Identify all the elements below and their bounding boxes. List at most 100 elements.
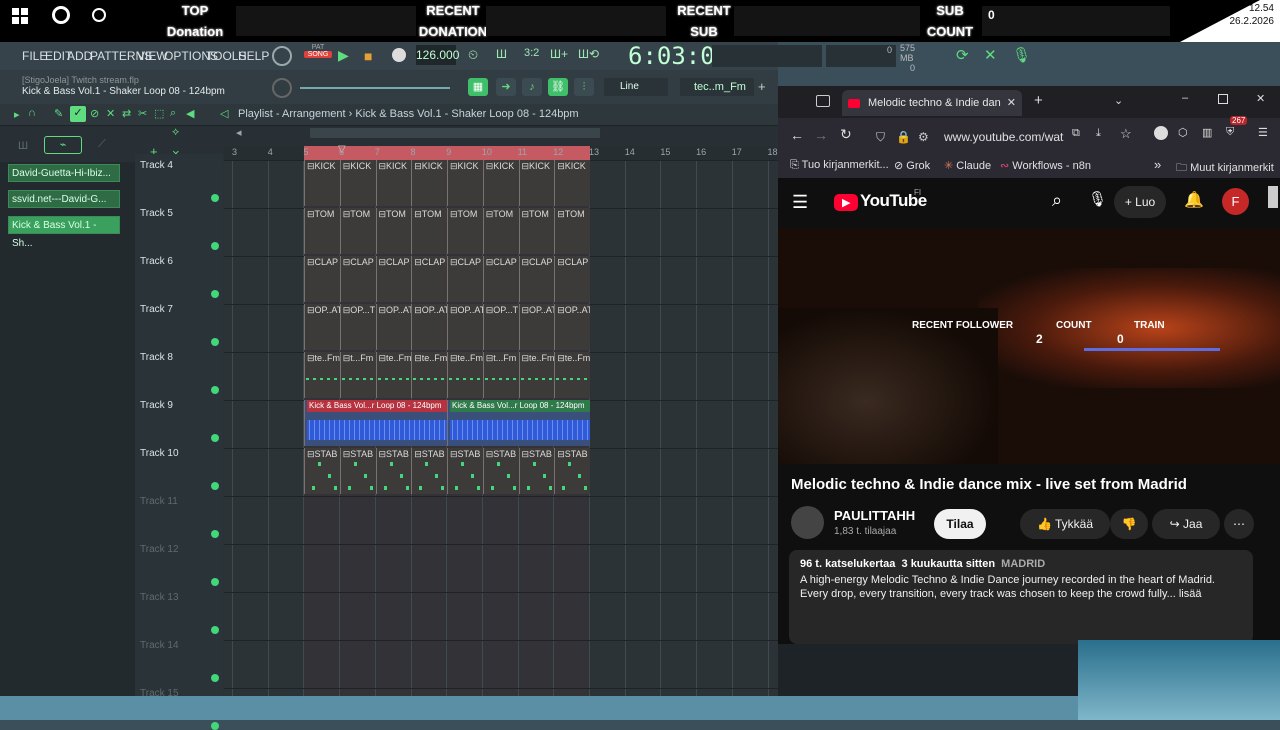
select-tool-icon[interactable]: ⬚	[154, 107, 164, 120]
bookmark-grok[interactable]: ⊘ Grok	[894, 159, 930, 172]
speaker-icon[interactable]: ◁	[220, 107, 228, 120]
pattern-clip[interactable]: ⊟te..Fm	[411, 352, 447, 398]
track-name[interactable]: Track 12	[140, 544, 179, 555]
playlist-view-icon[interactable]: ▦	[468, 78, 488, 96]
tab-list-icon[interactable]: ⌄	[1114, 94, 1123, 107]
audio-clip-picker-icon[interactable]: ⌁	[44, 136, 82, 154]
mixer-icon[interactable]: ⫶	[574, 78, 594, 96]
track-enable-dot[interactable]	[211, 242, 219, 250]
master-volume-knob[interactable]	[272, 46, 292, 66]
track-name[interactable]: Track 6	[140, 256, 173, 267]
pattern-clip[interactable]: ⊟CLAP	[304, 256, 340, 302]
pattern-clip[interactable]: ⊟KICK	[554, 160, 590, 206]
menu-help[interactable]: HELP	[238, 49, 269, 63]
track-name[interactable]: Track 8	[140, 352, 173, 363]
browser-link-icon[interactable]: ⛓	[548, 78, 568, 96]
menu-file[interactable]: FILE	[22, 49, 47, 63]
track-enable-dot[interactable]	[211, 338, 219, 346]
center-icon[interactable]: ⟡	[172, 126, 179, 139]
pattern-clip[interactable]: ⊟OP..AT	[304, 304, 340, 350]
snap-select[interactable]: Line	[604, 78, 668, 96]
close-window-icon[interactable]: ✕	[1256, 92, 1265, 105]
timeline-ruler[interactable]: ▽ 3 4 5 6 7 8 9 10 11 12 13 14 15 16 17 18	[224, 144, 778, 160]
stop-icon[interactable]: ■	[364, 48, 372, 64]
pattern-clip[interactable]: ⊟OP..AT	[375, 304, 412, 350]
pattern-clip[interactable]: ⊟te..Fm	[554, 352, 590, 398]
pattern-clip[interactable]: ⊟CLAP	[482, 256, 519, 302]
step-seq-icon[interactable]: ➜	[496, 78, 516, 96]
lock-icon[interactable]: 🔒	[896, 124, 911, 150]
zoom-tool-icon[interactable]: ⌕	[170, 107, 176, 120]
youtube-logo-icon[interactable]: ▶	[834, 194, 858, 211]
track-enable-dot[interactable]	[211, 626, 219, 634]
track-enable-dot[interactable]	[211, 578, 219, 586]
track-name[interactable]: Track 5	[140, 208, 173, 219]
master-slider[interactable]	[300, 87, 450, 89]
arrow-right-icon[interactable]: ▸	[14, 108, 20, 121]
pattern-clip[interactable]: ⊟KICK	[339, 160, 376, 206]
tempo-display[interactable]: 126.000	[416, 45, 459, 65]
pattern-clip[interactable]: ⊟CLAP	[518, 256, 555, 302]
menu-add[interactable]: ADD	[67, 49, 92, 63]
track-enable-dot[interactable]	[211, 722, 219, 730]
add-pattern-icon[interactable]: +	[758, 79, 766, 94]
pattern-clip[interactable]: ⊟CLAP	[411, 256, 447, 302]
metronome-icon[interactable]: ⏲	[468, 47, 478, 63]
extensions-icon[interactable]: ⬡	[1178, 126, 1188, 139]
more-bookmarks-icon[interactable]: »	[1154, 157, 1161, 172]
reader-icon[interactable]: ⧉	[1072, 127, 1080, 140]
track-enable-dot[interactable]	[211, 482, 219, 490]
close-tab-icon[interactable]: ✕	[1007, 90, 1016, 116]
pattern-clip[interactable]: ⊟OP..AT	[518, 304, 555, 350]
hamburger-menu-icon[interactable]: ☰	[792, 192, 808, 213]
track-enable-dot[interactable]	[211, 434, 219, 442]
slice-tool-icon[interactable]: ✂	[138, 107, 147, 120]
dislike-icon[interactable]: 👎	[1110, 509, 1148, 539]
bookmark-n8n[interactable]: ∾ Workflows - n8n	[1000, 159, 1091, 172]
shield-icon[interactable]: ⛉	[876, 124, 885, 150]
back-icon[interactable]: ←	[790, 127, 804, 143]
pattern-clip[interactable]: ⊟KICK	[375, 160, 412, 206]
mic-icon[interactable]: 🎙	[1012, 46, 1031, 64]
playlist-grid[interactable]: ⊟KICK ⊟KICK ⊟KICK ⊟KICK ⊟KICK ⊟KICK ⊟KICK ⊟KICK…	[224, 160, 778, 696]
share-button[interactable]: ↪ Jaa	[1152, 509, 1220, 539]
playback-tool-icon[interactable]: ◀	[186, 107, 194, 120]
pattern-clip[interactable]: ⊟CLAP	[339, 256, 376, 302]
mute-tool-icon[interactable]: ✕	[106, 107, 115, 120]
countdown-icon[interactable]: 3:2	[524, 47, 539, 59]
delete-tool-icon[interactable]: ⊘	[90, 107, 99, 120]
pattern-clip[interactable]: ⊟CLAP	[554, 256, 590, 302]
pattern-clip[interactable]: ⊟te..Fm	[518, 352, 555, 398]
track-name[interactable]: Track 11	[140, 496, 178, 507]
pattern-clip[interactable]: ⊟KICK	[518, 160, 555, 206]
pattern-clip[interactable]: ⊟KICK	[411, 160, 447, 206]
maximize-icon[interactable]	[1218, 94, 1228, 104]
more-actions-icon[interactable]: ⋯	[1224, 509, 1254, 539]
bookmark-import[interactable]: ⎘ Tuo kirjanmerkit...	[790, 159, 889, 172]
pattern-clip[interactable]: ⊟t...Fm	[482, 352, 519, 398]
pocket-icon[interactable]: ⤓	[1096, 127, 1101, 140]
picker-clip-3[interactable]: Kick & Bass Vol.1 - Sh...	[8, 216, 120, 249]
page-scrollbar[interactable]	[1268, 186, 1278, 208]
pattern-clip[interactable]: ⊟CLAP	[447, 256, 483, 302]
track-name[interactable]: Track 13	[140, 592, 179, 603]
new-tab-icon[interactable]: +	[1034, 92, 1043, 109]
subscribe-button[interactable]: Tilaa	[934, 509, 986, 539]
track-enable-dot[interactable]	[211, 194, 219, 202]
draw-tool-icon[interactable]: ✎	[54, 107, 63, 120]
magnet-icon[interactable]: ∩	[28, 107, 36, 119]
pattern-clip[interactable]: ⊟TOM	[339, 208, 376, 254]
permissions-icon[interactable]: ⚙	[918, 124, 929, 150]
browser-tab[interactable]: Melodic techno & Indie dan ✕	[842, 90, 1022, 116]
pattern-clip[interactable]: ⊟KICK	[447, 160, 483, 206]
account-icon[interactable]	[1154, 126, 1168, 140]
horizontal-scrollbar[interactable]	[310, 128, 600, 138]
bookmark-star-icon[interactable]: ☆	[1120, 126, 1132, 142]
pattern-clip[interactable]: ⊟CLAP	[375, 256, 412, 302]
picker-clip-2[interactable]: ssvid.net---David-G...	[8, 190, 120, 208]
pattern-clip[interactable]: ⊟TOM	[375, 208, 412, 254]
avatar[interactable]: F	[1222, 188, 1249, 215]
track-name[interactable]: Track 7	[140, 304, 173, 315]
app-menu-icon[interactable]: ☰	[1258, 126, 1268, 139]
audio-clip[interactable]: Kick & Bass Vol...r Loop 08 - 124bpm	[304, 400, 447, 446]
